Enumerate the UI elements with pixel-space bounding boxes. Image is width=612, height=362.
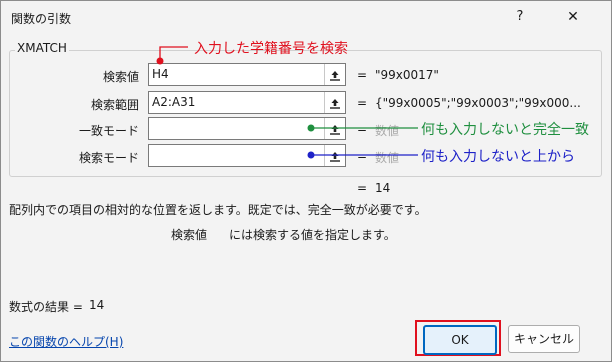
- match-mode-input[interactable]: [148, 117, 346, 140]
- arg-help-text: には検索する値を指定します。: [229, 228, 396, 242]
- arg-help-name: 検索値: [171, 228, 208, 242]
- collapse-dialog-icon[interactable]: [324, 92, 345, 113]
- total-result: 14: [375, 181, 391, 195]
- formula-result-value: 14: [89, 298, 105, 312]
- total-equals-sign: =: [357, 181, 368, 195]
- arg-label-lookup-value: 検索値: [102, 70, 139, 84]
- arg-label-lookup-array: 検索範囲: [90, 98, 139, 112]
- collapse-dialog-icon[interactable]: [324, 118, 345, 139]
- lookup-array-input[interactable]: A2:A31: [148, 91, 346, 114]
- search-mode-input[interactable]: [148, 144, 346, 167]
- ok-button[interactable]: OK: [423, 325, 497, 355]
- equals-sign: =: [357, 122, 368, 136]
- cancel-button[interactable]: キャンセル: [508, 325, 580, 353]
- arg-result-lookup-array: {"99x0005";"99x0003";"99x000...: [375, 96, 581, 110]
- equals-sign: =: [357, 68, 368, 82]
- arg-label-match-mode: 一致モード: [78, 124, 139, 138]
- function-description: 配列内での項目の相対的な位置を返します。既定では、完全一致が必要です。: [9, 203, 427, 217]
- arg-result-search-mode: 数値: [375, 151, 400, 165]
- annotation-blue: 何も入力しないと上から: [421, 149, 575, 165]
- lookup-value-input[interactable]: H4: [148, 63, 346, 86]
- formula-result-label: 数式の結果 =: [9, 300, 83, 314]
- lookup-value-text: H4: [152, 67, 169, 81]
- arg-result-match-mode: 数値: [375, 124, 400, 138]
- function-name: XMATCH: [15, 41, 69, 55]
- annotation-green: 何も入力しないと完全一致: [421, 122, 589, 138]
- help-button[interactable]: ?: [509, 7, 531, 27]
- function-help-link[interactable]: この関数のヘルプ(H): [9, 333, 123, 350]
- lookup-array-text: A2:A31: [152, 95, 196, 109]
- equals-sign: =: [357, 149, 368, 163]
- collapse-dialog-icon[interactable]: [324, 145, 345, 166]
- collapse-dialog-icon[interactable]: [324, 64, 345, 85]
- title-bar: 関数の引数 ? ✕: [1, 1, 611, 33]
- annotation-red: 入力した学籍番号を検索: [194, 41, 348, 57]
- arg-label-search-mode: 検索モード: [78, 151, 139, 165]
- arg-result-lookup-value: "99x0017": [375, 68, 439, 82]
- dialog-title: 関数の引数: [11, 12, 72, 26]
- close-button[interactable]: ✕: [562, 7, 584, 27]
- equals-sign: =: [357, 96, 368, 110]
